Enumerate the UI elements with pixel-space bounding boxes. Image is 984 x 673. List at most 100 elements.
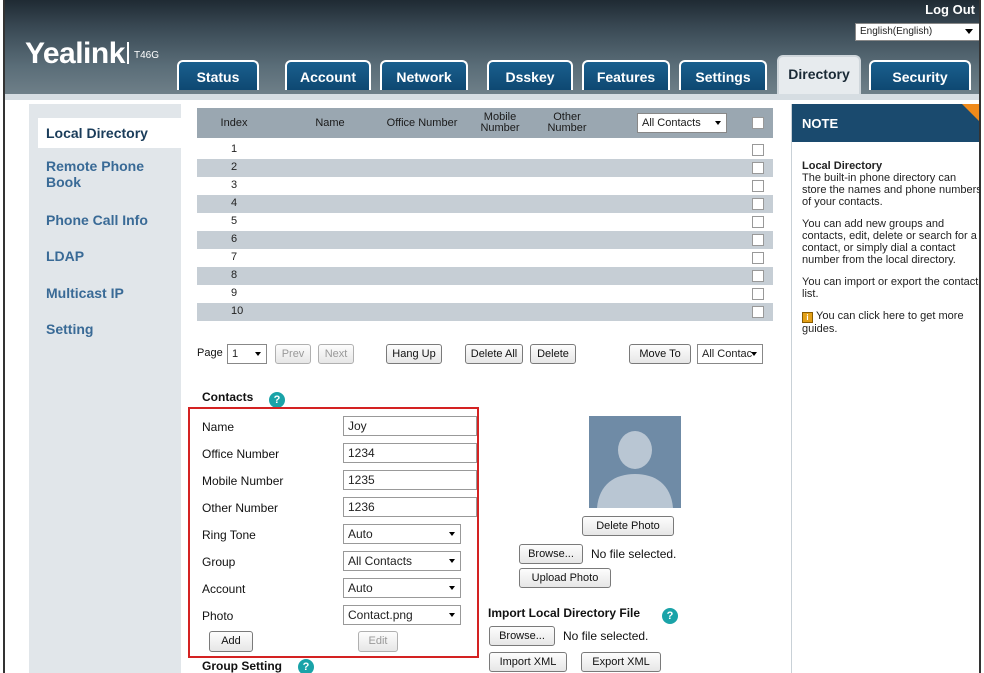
account-label: Account <box>202 582 246 596</box>
col-name: Name <box>315 116 345 129</box>
chevron-down-icon <box>965 29 973 34</box>
photo-select[interactable]: Contact.png <box>343 605 461 625</box>
row-checkbox[interactable] <box>752 234 764 246</box>
page-label: Page <box>197 347 223 359</box>
edit-button[interactable]: Edit <box>358 631 398 652</box>
table-pager: Page 1 Prev Next Hang Up Delete All Dele… <box>197 344 773 366</box>
row-checkbox[interactable] <box>752 252 764 264</box>
contacts-section-title: Contacts <box>202 390 254 404</box>
delete-all-button[interactable]: Delete All <box>465 344 523 364</box>
move-target-select[interactable]: All Contac <box>697 344 763 364</box>
export-xml-button[interactable]: Export XML <box>581 652 661 672</box>
row-checkbox[interactable] <box>752 288 764 300</box>
delete-photo-button[interactable]: Delete Photo <box>582 516 674 536</box>
row-checkbox[interactable] <box>752 306 764 318</box>
group-select[interactable]: All Contacts <box>343 551 461 571</box>
chevron-down-icon <box>449 613 455 617</box>
table-row[interactable]: 2 <box>197 159 773 177</box>
sidebar-item-setting[interactable]: Setting <box>46 321 93 337</box>
table-row[interactable]: 1 <box>197 141 773 159</box>
row-checkbox[interactable] <box>752 216 764 228</box>
table-row[interactable]: 5 <box>197 213 773 231</box>
table-row[interactable]: 8 <box>197 267 773 285</box>
row-index: 3 <box>231 179 238 191</box>
hang-up-button[interactable]: Hang Up <box>386 344 442 364</box>
chevron-down-icon <box>449 586 455 590</box>
ring-tone-label: Ring Tone <box>202 528 256 542</box>
browse-import-button[interactable]: Browse... <box>489 626 555 646</box>
tab-directory[interactable]: Directory <box>777 55 861 94</box>
sidebar-item-remote-phone-book[interactable]: Remote Phone Book <box>46 158 156 190</box>
delete-button[interactable]: Delete <box>530 344 576 364</box>
upload-photo-button[interactable]: Upload Photo <box>519 568 611 588</box>
next-button[interactable]: Next <box>318 344 354 364</box>
mobile-number-label: Mobile Number <box>202 474 284 488</box>
browse-photo-button[interactable]: Browse... <box>519 544 583 564</box>
prev-button[interactable]: Prev <box>275 344 311 364</box>
tab-network[interactable]: Network <box>380 60 468 90</box>
table-row[interactable]: 10 <box>197 303 773 321</box>
row-index: 9 <box>231 287 238 299</box>
note-corner-flag <box>962 104 979 126</box>
office-number-label: Office Number <box>202 447 280 461</box>
chevron-down-icon <box>449 532 455 536</box>
logout-link[interactable]: Log Out <box>925 2 975 17</box>
account-value: Auto <box>348 581 373 595</box>
ring-tone-select[interactable]: Auto <box>343 524 461 544</box>
logo-divider <box>127 42 129 64</box>
tab-status[interactable]: Status <box>177 60 259 90</box>
sidebar-item-phone-call-info[interactable]: Phone Call Info <box>46 212 148 228</box>
photo-label: Photo <box>202 609 234 623</box>
table-row[interactable]: 6 <box>197 231 773 249</box>
row-index: 8 <box>231 269 238 281</box>
note-guides-link[interactable]: You can click here to get more guides. <box>802 310 964 335</box>
account-select[interactable]: Auto <box>343 578 461 598</box>
chevron-down-icon <box>255 352 261 356</box>
name-field[interactable]: Joy <box>343 416 477 436</box>
select-all-checkbox[interactable] <box>752 117 764 129</box>
note-header: NOTE <box>792 104 979 142</box>
note-panel: NOTE Local Directory The built-in phone … <box>791 104 981 673</box>
group-filter-select[interactable]: All Contacts <box>637 113 727 133</box>
tab-settings[interactable]: Settings <box>679 60 767 90</box>
chevron-down-icon <box>751 352 757 356</box>
import-xml-button[interactable]: Import XML <box>489 652 567 672</box>
photo-value: Contact.png <box>348 608 413 622</box>
table-row[interactable]: 9 <box>197 285 773 303</box>
page-select[interactable]: 1 <box>227 344 267 364</box>
note-title: NOTE <box>802 116 839 131</box>
mobile-number-field[interactable]: 1235 <box>343 470 477 490</box>
guide-book-icon: i <box>802 312 813 323</box>
help-icon[interactable]: ? <box>269 392 285 408</box>
help-icon[interactable]: ? <box>298 659 314 673</box>
language-select[interactable]: English(English) <box>855 23 979 41</box>
tab-features[interactable]: Features <box>582 60 670 90</box>
sidebar-item-ldap[interactable]: LDAP <box>46 248 84 264</box>
row-checkbox[interactable] <box>752 198 764 210</box>
help-icon[interactable]: ? <box>662 608 678 624</box>
tab-underline <box>5 94 979 100</box>
table-row[interactable]: 7 <box>197 249 773 267</box>
contact-photo <box>589 416 681 508</box>
row-checkbox[interactable] <box>752 144 764 156</box>
move-to-button[interactable]: Move To <box>629 344 691 364</box>
table-row[interactable]: 4 <box>197 195 773 213</box>
group-label: Group <box>202 555 236 569</box>
row-checkbox[interactable] <box>752 162 764 174</box>
row-checkbox[interactable] <box>752 180 764 192</box>
model-label: T46G <box>134 50 160 61</box>
tab-dsskey[interactable]: Dsskey <box>487 60 573 90</box>
other-number-field[interactable]: 1236 <box>343 497 477 517</box>
table-row[interactable]: 3 <box>197 177 773 195</box>
tab-account[interactable]: Account <box>285 60 371 90</box>
add-button[interactable]: Add <box>209 631 253 652</box>
row-index: 10 <box>231 305 244 317</box>
sidebar-item-local-directory[interactable]: Local Directory <box>38 118 181 148</box>
office-number-field[interactable]: 1234 <box>343 443 477 463</box>
note-paragraph: The built-in phone directory can store t… <box>802 172 981 208</box>
sidebar-item-multicast-ip[interactable]: Multicast IP <box>46 285 124 301</box>
app-frame: Yealink T46G Log Out English(English) St… <box>3 0 981 673</box>
tab-security[interactable]: Security <box>869 60 971 90</box>
import-no-file-text: No file selected. <box>563 629 649 643</box>
row-checkbox[interactable] <box>752 270 764 282</box>
